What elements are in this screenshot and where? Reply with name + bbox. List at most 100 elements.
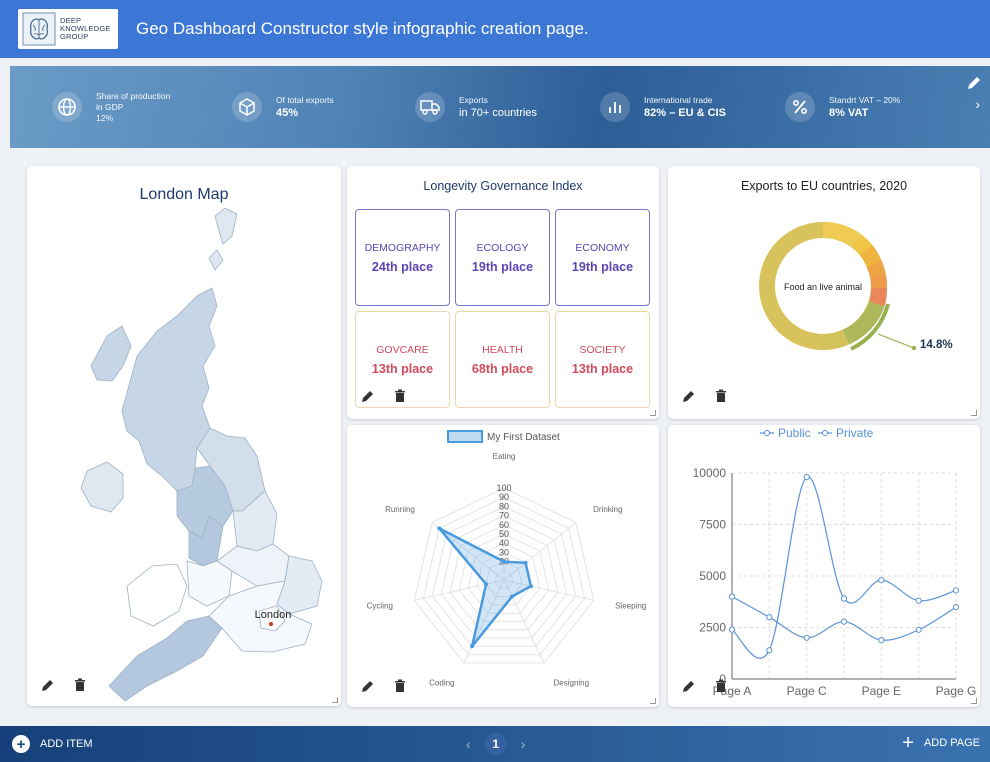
line-point — [952, 604, 960, 611]
line-point — [878, 577, 885, 584]
index-cell-economy[interactable]: ECONOMY 19th place — [555, 209, 650, 306]
radar-point — [484, 582, 489, 587]
trash-icon[interactable] — [393, 389, 407, 403]
edit-icon[interactable] — [361, 389, 375, 403]
uk-map: London — [80, 207, 323, 702]
truck-icon — [415, 92, 445, 122]
radar-axis-label: Drinking — [593, 505, 622, 514]
stats-banner: Share of production in GDP 12% Of total … — [10, 66, 990, 148]
radar-point — [470, 644, 475, 649]
index-cell-demography[interactable]: DEMOGRAPHY 24th place — [355, 209, 450, 306]
resize-handle[interactable] — [971, 410, 977, 416]
chevron-left-icon[interactable]: ‹ — [466, 736, 471, 752]
line-x-tick-label: Page C — [787, 684, 827, 698]
line-legend: Public Private — [760, 426, 874, 440]
line-x-tick-label: Page E — [862, 684, 901, 698]
index-title: Longevity Governance Index — [423, 179, 583, 193]
resize-handle[interactable] — [971, 698, 977, 704]
pagination: ‹ 1 › — [466, 733, 525, 755]
stat-gdp-share: Share of production in GDP 12% — [52, 66, 170, 148]
line-point — [766, 614, 773, 621]
card-tools — [361, 389, 407, 403]
donut-chart: Food an live animal 14.8% — [759, 222, 953, 351]
radar-point — [502, 559, 506, 564]
line-point — [803, 634, 810, 641]
radar-point — [510, 594, 514, 599]
line-y-tick-label: 5000 — [699, 569, 726, 583]
trash-icon[interactable] — [393, 679, 407, 693]
line-point — [728, 626, 736, 633]
legend-public[interactable]: Public — [778, 426, 811, 440]
trash-icon[interactable] — [714, 389, 728, 403]
box-icon — [232, 92, 262, 122]
trash-icon[interactable] — [73, 678, 87, 692]
line-point — [915, 626, 922, 633]
card-tools — [682, 679, 728, 693]
stat-international-trade: International trade 82% – EU & CIS — [600, 66, 726, 148]
line-y-tick-label: 10000 — [693, 466, 727, 480]
radar-axis-label: Designing — [554, 679, 590, 688]
radar-axis-label: Eating — [493, 452, 516, 461]
line-point — [803, 474, 810, 481]
resize-handle[interactable] — [332, 697, 338, 703]
radar-axis-label: Coding — [429, 679, 454, 688]
logo-text: DEEP KNOWLEDGE GROUP — [60, 16, 111, 41]
line-point — [878, 637, 885, 644]
line-point — [952, 587, 960, 594]
donut-center-label: Food an live animal — [784, 282, 862, 292]
index-card: Longevity Governance Index DEMOGRAPHY 24… — [347, 166, 659, 419]
stat-exports-countries: Exports in 70+ countries — [415, 66, 537, 148]
radar-point — [523, 560, 528, 565]
plus-circle-icon: + — [12, 735, 30, 753]
stat-total-exports: Of total exports 45% — [232, 66, 334, 148]
percent-icon — [785, 92, 815, 122]
edit-icon[interactable] — [361, 679, 375, 693]
radar-point — [437, 526, 442, 531]
pencil-icon[interactable] — [966, 75, 982, 91]
bar-chart-icon — [600, 92, 630, 122]
radar-axis-label: Sleeping — [615, 601, 646, 610]
index-cell-society[interactable]: SOCIETY 13th place — [555, 311, 650, 408]
add-item-button[interactable]: + ADD ITEM — [12, 735, 93, 753]
add-page-button[interactable]: + ADD PAGE — [902, 732, 980, 754]
globe-icon — [52, 92, 82, 122]
company-logo[interactable]: DEEP KNOWLEDGE GROUP — [18, 9, 118, 49]
line-chart: Public Private 100007500500025000Page AP… — [693, 426, 977, 698]
edit-icon[interactable] — [682, 389, 696, 403]
radar-legend-label: My First Dataset — [487, 432, 560, 443]
stat-vat: Standrt VAT – 20% 8% VAT — [785, 66, 900, 148]
index-cell-ecology[interactable]: ECOLOGY 19th place — [455, 209, 550, 306]
legend-private[interactable]: Private — [836, 426, 874, 440]
donut-highlight-label: 14.8% — [920, 339, 953, 351]
radar-card: My First Dataset 1009080706050403020Eati… — [347, 425, 659, 707]
edit-icon[interactable] — [41, 678, 55, 692]
line-point — [840, 595, 848, 602]
radar-point — [528, 584, 533, 589]
page-title: Geo Dashboard Constructor style infograp… — [136, 19, 589, 38]
line-x-tick-label: Page G — [936, 684, 977, 698]
chevron-right-icon[interactable]: › — [975, 96, 980, 112]
map-card: London Map London — [27, 166, 341, 706]
map-city-label: London — [255, 609, 292, 621]
index-cell-health[interactable]: HEALTH 68th place — [455, 311, 550, 408]
card-tools — [361, 679, 407, 693]
app-header: DEEP KNOWLEDGE GROUP Geo Dashboard Const… — [0, 0, 990, 58]
line-point — [766, 647, 773, 654]
resize-handle[interactable] — [650, 410, 656, 416]
trash-icon[interactable] — [714, 679, 728, 693]
resize-handle[interactable] — [650, 698, 656, 704]
plus-icon: + — [902, 732, 914, 754]
bottom-toolbar: + ADD ITEM ‹ 1 › + ADD PAGE — [0, 726, 990, 762]
chevron-right-icon[interactable]: › — [521, 736, 526, 752]
page-number[interactable]: 1 — [484, 733, 507, 755]
brain-logo-icon — [22, 12, 56, 46]
legend-swatch — [447, 430, 483, 443]
line-point — [840, 618, 848, 625]
radar-axis-label: Running — [385, 505, 415, 514]
card-tools — [41, 678, 87, 692]
line-point — [915, 597, 922, 604]
line-y-tick-label: 7500 — [699, 518, 726, 532]
edit-icon[interactable] — [682, 679, 696, 693]
line-card: Public Private 10000 7500 5000 2500 0 Page AP… — [668, 425, 980, 707]
card-tools — [682, 389, 728, 403]
